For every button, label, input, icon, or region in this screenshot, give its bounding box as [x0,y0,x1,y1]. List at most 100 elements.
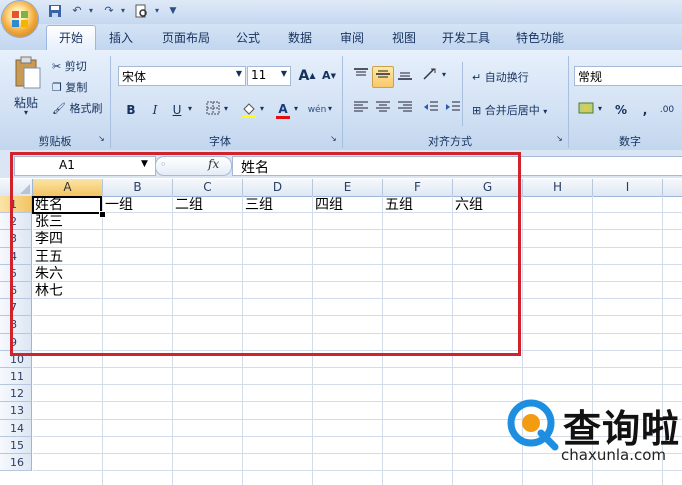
grow-font-button[interactable]: A▲ [296,65,318,87]
group-separator [110,56,111,148]
font-color-button[interactable]: A [272,98,294,120]
align-top-button[interactable] [350,66,372,88]
tab-view[interactable]: 视图 [390,27,418,49]
chevron-down-icon[interactable]: ▾ [188,104,192,113]
copy-button[interactable]: ❐ 复制 [52,79,87,95]
chevron-down-icon[interactable]: ▾ [260,104,264,113]
number-format-value: 常规 [578,70,603,84]
row-header-13[interactable]: 13 [0,402,32,420]
cut-button[interactable]: ✂ 剪切 [52,58,87,74]
column-header-h[interactable]: H [523,179,593,197]
format-painter-button[interactable]: 🖌 格式刷 [52,100,102,116]
align-right-button[interactable] [394,99,416,121]
chevron-down-icon[interactable]: ▾ [294,104,298,113]
number-format-box[interactable]: 常规 [574,66,682,86]
align-center-button[interactable] [372,99,394,121]
redo-icon[interactable]: ↷ [102,4,116,18]
watermark-url: chaxunla.com [561,446,666,464]
wrap-text-button[interactable]: ↵ 自动换行 [472,69,529,85]
increase-indent-icon [446,101,460,111]
office-button[interactable] [2,1,38,37]
merge-cells-icon: ⊞ [472,104,482,117]
chevron-down-icon[interactable]: ▾ [328,104,332,113]
percent-button[interactable]: % [610,99,632,121]
tab-review[interactable]: 审阅 [338,27,366,49]
column-header-i[interactable]: I [593,179,663,197]
alignment-group-label: 对齐方式 [428,135,472,148]
copy-label: 复制 [65,81,88,94]
tab-insert[interactable]: 插入 [107,27,135,49]
watermark-text: 查询啦 [563,407,681,451]
align-bottom-icon [398,72,412,80]
scissors-icon: ✂ [52,60,62,73]
save-icon[interactable] [48,4,62,18]
borders-button[interactable] [202,99,224,121]
merge-center-button[interactable]: ⊞ 合并后居中 ▾ [472,102,547,118]
decrease-indent-button[interactable] [420,99,442,121]
tab-developer[interactable]: 开发工具 [440,27,492,49]
chevron-down-icon: ▾ [24,108,29,117]
align-middle-icon [376,70,390,78]
grid-row-line [33,470,682,472]
row-header-12[interactable]: 12 [0,385,32,403]
increase-icon: ▲ [309,71,316,80]
grid-row-line [33,367,682,368]
chevron-down-icon[interactable]: ▾ [598,104,602,113]
phonetic-button[interactable]: wén [306,99,328,121]
tab-data[interactable]: 数据 [286,27,314,49]
increase-decimal-button[interactable]: .00 [656,99,678,121]
paste-button[interactable]: 粘贴 ▾ [10,56,46,117]
watermark-logo-icon [507,399,559,451]
chevron-down-icon[interactable]: ▾ [116,4,130,18]
clipboard-icon [15,56,41,89]
chevron-down-icon[interactable]: ▾ [224,104,228,113]
chevron-down-icon[interactable]: ▾ [442,70,446,79]
chevron-down-icon[interactable]: ▾ [84,4,98,18]
shrink-font-button[interactable]: A▼ [318,65,340,87]
align-bottom-button[interactable] [394,66,416,88]
italic-button[interactable]: I [144,99,166,121]
align-left-button[interactable] [350,99,372,121]
wrap-text-label: 自动换行 [484,71,529,84]
dialog-launcher-icon[interactable]: ↘ [330,134,337,143]
dialog-launcher-icon[interactable]: ↘ [98,134,105,143]
tab-page-layout[interactable]: 页面布局 [160,27,212,49]
comma-button[interactable]: , [634,99,656,121]
align-top-icon [354,68,368,76]
fill-color-button[interactable] [238,99,260,121]
increase-indent-button[interactable] [442,99,464,121]
row-header-16[interactable]: 16 [0,454,32,472]
print-preview-icon[interactable] [134,4,148,18]
tab-special-features[interactable]: 特色功能 [514,27,566,49]
column-header-partial[interactable] [663,179,682,197]
row-header-15[interactable]: 15 [0,436,32,454]
align-left-icon [354,101,368,112]
font-name-box[interactable]: 宋体 ▼ [118,66,246,86]
align-middle-button[interactable] [372,66,394,88]
row-header-11[interactable]: 11 [0,368,32,386]
group-separator [342,56,343,148]
number-group-label: 数字 [619,135,641,148]
row-header-14[interactable]: 14 [0,419,32,437]
chevron-down-icon[interactable]: ▼ [236,69,242,78]
underline-button[interactable]: U [166,99,188,121]
undo-icon[interactable]: ↶ [70,4,84,18]
tab-formulas[interactable]: 公式 [234,27,262,49]
font-color-swatch [276,116,290,119]
chevron-down-icon[interactable]: ▾ [150,4,164,18]
wrap-text-icon: ↵ [472,71,482,84]
font-size-value: 11 [251,68,267,82]
font-name-value: 宋体 [122,70,147,84]
tab-home[interactable]: 开始 [46,25,96,52]
align-right-icon [398,101,412,112]
wen-icon: wén [307,105,327,115]
orientation-button[interactable] [420,66,442,88]
chevron-down-icon[interactable]: ▼ [281,69,287,78]
dialog-launcher-icon[interactable]: ↘ [556,134,563,143]
font-size-box[interactable]: 11 ▼ [247,66,291,86]
bold-button[interactable]: B [120,99,142,121]
font-group-label: 字体 [209,135,231,148]
customize-toolbar-icon[interactable]: ▼ [166,4,180,18]
cut-label: 剪切 [64,60,87,73]
accounting-format-button[interactable] [576,99,598,121]
